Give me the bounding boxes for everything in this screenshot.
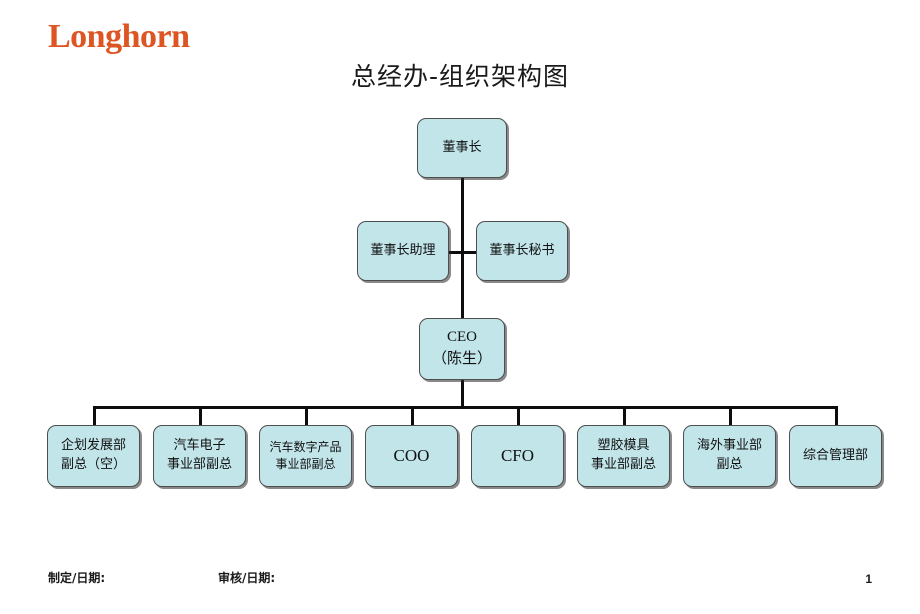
- org-node-general-management-label: 综合管理部: [802, 447, 868, 463]
- footer-page-number: 1: [865, 572, 872, 586]
- org-node-chairman-label: 董事长: [442, 139, 482, 155]
- footer-reviewed-by-label: 审核/日期:: [218, 571, 276, 585]
- org-node-cfo[interactable]: CFO: [471, 425, 564, 487]
- org-node-plastic-mould[interactable]: 塑胶模具 事业部副总: [577, 425, 670, 487]
- org-node-general-management[interactable]: 综合管理部: [789, 425, 882, 487]
- org-node-ceo-label: CEO （陈生）: [431, 329, 492, 367]
- org-node-overseas-division-label: 海外事业部 副总: [696, 438, 762, 472]
- org-node-planning-development-label: 企划发展部 副总（空）: [60, 438, 126, 472]
- org-node-auto-electronics[interactable]: 汽车电子 事业部副总: [153, 425, 246, 487]
- footer-prepared-by-label: 制定/日期:: [48, 571, 106, 585]
- org-node-chairman-secretary-label: 董事长秘书: [489, 242, 555, 258]
- org-node-planning-development[interactable]: 企划发展部 副总（空）: [47, 425, 140, 487]
- org-node-ceo[interactable]: CEO （陈生）: [419, 318, 505, 380]
- org-node-chairman[interactable]: 董事长: [417, 118, 507, 178]
- org-node-auto-digital-products-label: 汽车数字产品 事业部副总: [269, 439, 342, 471]
- org-node-coo-label: COO: [393, 445, 430, 465]
- org-node-auto-electronics-label: 汽车电子 事业部副总: [166, 438, 232, 472]
- connector-chairman-to-assistants: [461, 178, 464, 254]
- connector-ceo-to-bus: [461, 380, 464, 408]
- org-node-coo[interactable]: COO: [365, 425, 458, 487]
- connector-department-bus: [94, 406, 836, 409]
- org-node-overseas-division[interactable]: 海外事业部 副总: [683, 425, 776, 487]
- org-node-chairman-assistant-label: 董事长助理: [370, 242, 436, 258]
- org-node-chairman-secretary[interactable]: 董事长秘书: [476, 221, 568, 281]
- org-node-chairman-assistant[interactable]: 董事长助理: [357, 221, 449, 281]
- connector-assistants-to-ceo: [461, 251, 464, 318]
- org-chart: 董事长 董事长助理 董事长秘书 CEO （陈生） 企划发展部 副总（空） 汽车电…: [0, 0, 920, 614]
- org-node-plastic-mould-label: 塑胶模具 事业部副总: [590, 438, 656, 472]
- org-node-auto-digital-products[interactable]: 汽车数字产品 事业部副总: [259, 425, 352, 487]
- org-node-cfo-label: CFO: [500, 445, 535, 465]
